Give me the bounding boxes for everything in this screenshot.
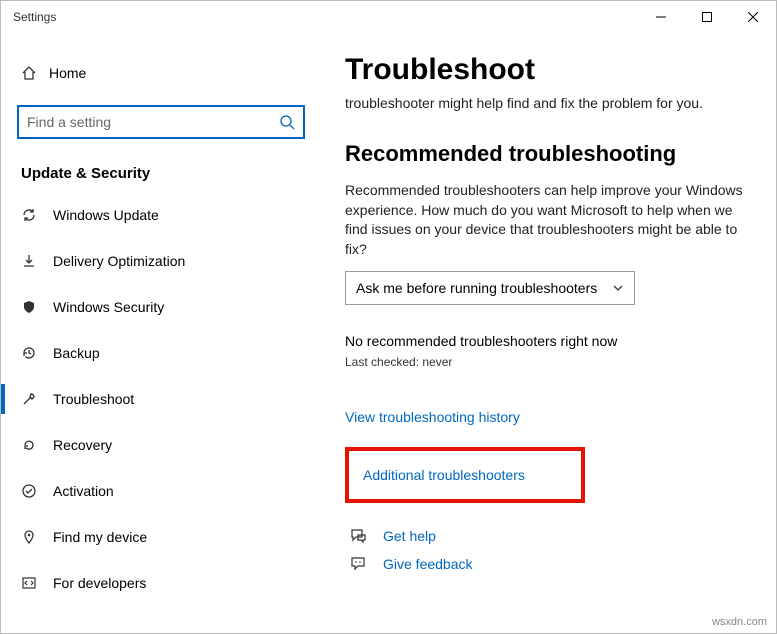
- search-field[interactable]: [27, 114, 279, 130]
- sidebar-item-windows-update[interactable]: Windows Update: [1, 192, 321, 238]
- window-title: Settings: [13, 10, 56, 24]
- minimize-button[interactable]: [638, 1, 684, 33]
- sidebar-item-backup[interactable]: Backup: [1, 330, 321, 376]
- sidebar-item-recovery[interactable]: Recovery: [1, 422, 321, 468]
- feedback-icon: [349, 555, 369, 573]
- home-label: Home: [49, 65, 86, 81]
- no-recommended-text: No recommended troubleshooters right now: [345, 333, 752, 349]
- sidebar-item-label: For developers: [53, 575, 146, 591]
- search-icon: [279, 114, 295, 130]
- sidebar-item-label: Troubleshoot: [53, 391, 134, 407]
- give-feedback-row[interactable]: Give feedback: [345, 555, 752, 573]
- wrench-icon: [21, 391, 53, 407]
- sidebar-item-for-developers[interactable]: For developers: [1, 560, 321, 606]
- main-content: Troubleshoot troubleshooter might help f…: [321, 33, 776, 633]
- additional-troubleshooters-link[interactable]: Additional troubleshooters: [363, 467, 525, 483]
- shield-icon: [21, 299, 53, 315]
- get-help-row[interactable]: Get help: [345, 527, 752, 545]
- sidebar-item-label: Windows Update: [53, 207, 159, 223]
- chevron-down-icon: [612, 282, 624, 294]
- sync-icon: [21, 207, 53, 223]
- check-circle-icon: [21, 483, 53, 499]
- download-icon: [21, 253, 53, 269]
- sidebar-item-find-my-device[interactable]: Find my device: [1, 514, 321, 560]
- sidebar-item-label: Delivery Optimization: [53, 253, 185, 269]
- history-icon: [21, 345, 53, 361]
- section-heading: Update & Security: [1, 143, 321, 192]
- troubleshoot-preference-select[interactable]: Ask me before running troubleshooters: [345, 271, 635, 305]
- sidebar-item-windows-security[interactable]: Windows Security: [1, 284, 321, 330]
- intro-text: troubleshooter might help find and fix t…: [345, 95, 752, 111]
- maximize-button[interactable]: [684, 1, 730, 33]
- view-history-link[interactable]: View troubleshooting history: [345, 409, 520, 425]
- recommended-body: Recommended troubleshooters can help imp…: [345, 181, 752, 259]
- recommended-heading: Recommended troubleshooting: [345, 141, 752, 167]
- search-input[interactable]: [17, 105, 305, 139]
- sidebar-item-troubleshoot[interactable]: Troubleshoot: [1, 376, 321, 422]
- sidebar-item-label: Activation: [53, 483, 114, 499]
- location-icon: [21, 529, 53, 545]
- get-help-link[interactable]: Get help: [383, 528, 436, 544]
- sidebar-item-label: Recovery: [53, 437, 112, 453]
- sidebar-item-label: Windows Security: [53, 299, 164, 315]
- close-button[interactable]: [730, 1, 776, 33]
- sidebar: Home Update & Security Windows Update: [1, 33, 321, 633]
- give-feedback-link[interactable]: Give feedback: [383, 556, 473, 572]
- recovery-icon: [21, 437, 53, 453]
- last-checked-text: Last checked: never: [345, 355, 752, 369]
- sidebar-item-activation[interactable]: Activation: [1, 468, 321, 514]
- additional-troubleshooters-highlight: Additional troubleshooters: [345, 447, 585, 503]
- select-value: Ask me before running troubleshooters: [356, 280, 597, 296]
- code-icon: [21, 575, 53, 591]
- sidebar-item-delivery-optimization[interactable]: Delivery Optimization: [1, 238, 321, 284]
- home-nav[interactable]: Home: [1, 53, 321, 93]
- home-icon: [21, 65, 49, 81]
- page-title: Troubleshoot: [345, 53, 752, 87]
- chat-icon: [349, 527, 369, 545]
- titlebar: Settings: [1, 1, 776, 33]
- sidebar-item-label: Find my device: [53, 529, 147, 545]
- watermark: wsxdn.com: [712, 616, 767, 628]
- sidebar-item-label: Backup: [53, 345, 100, 361]
